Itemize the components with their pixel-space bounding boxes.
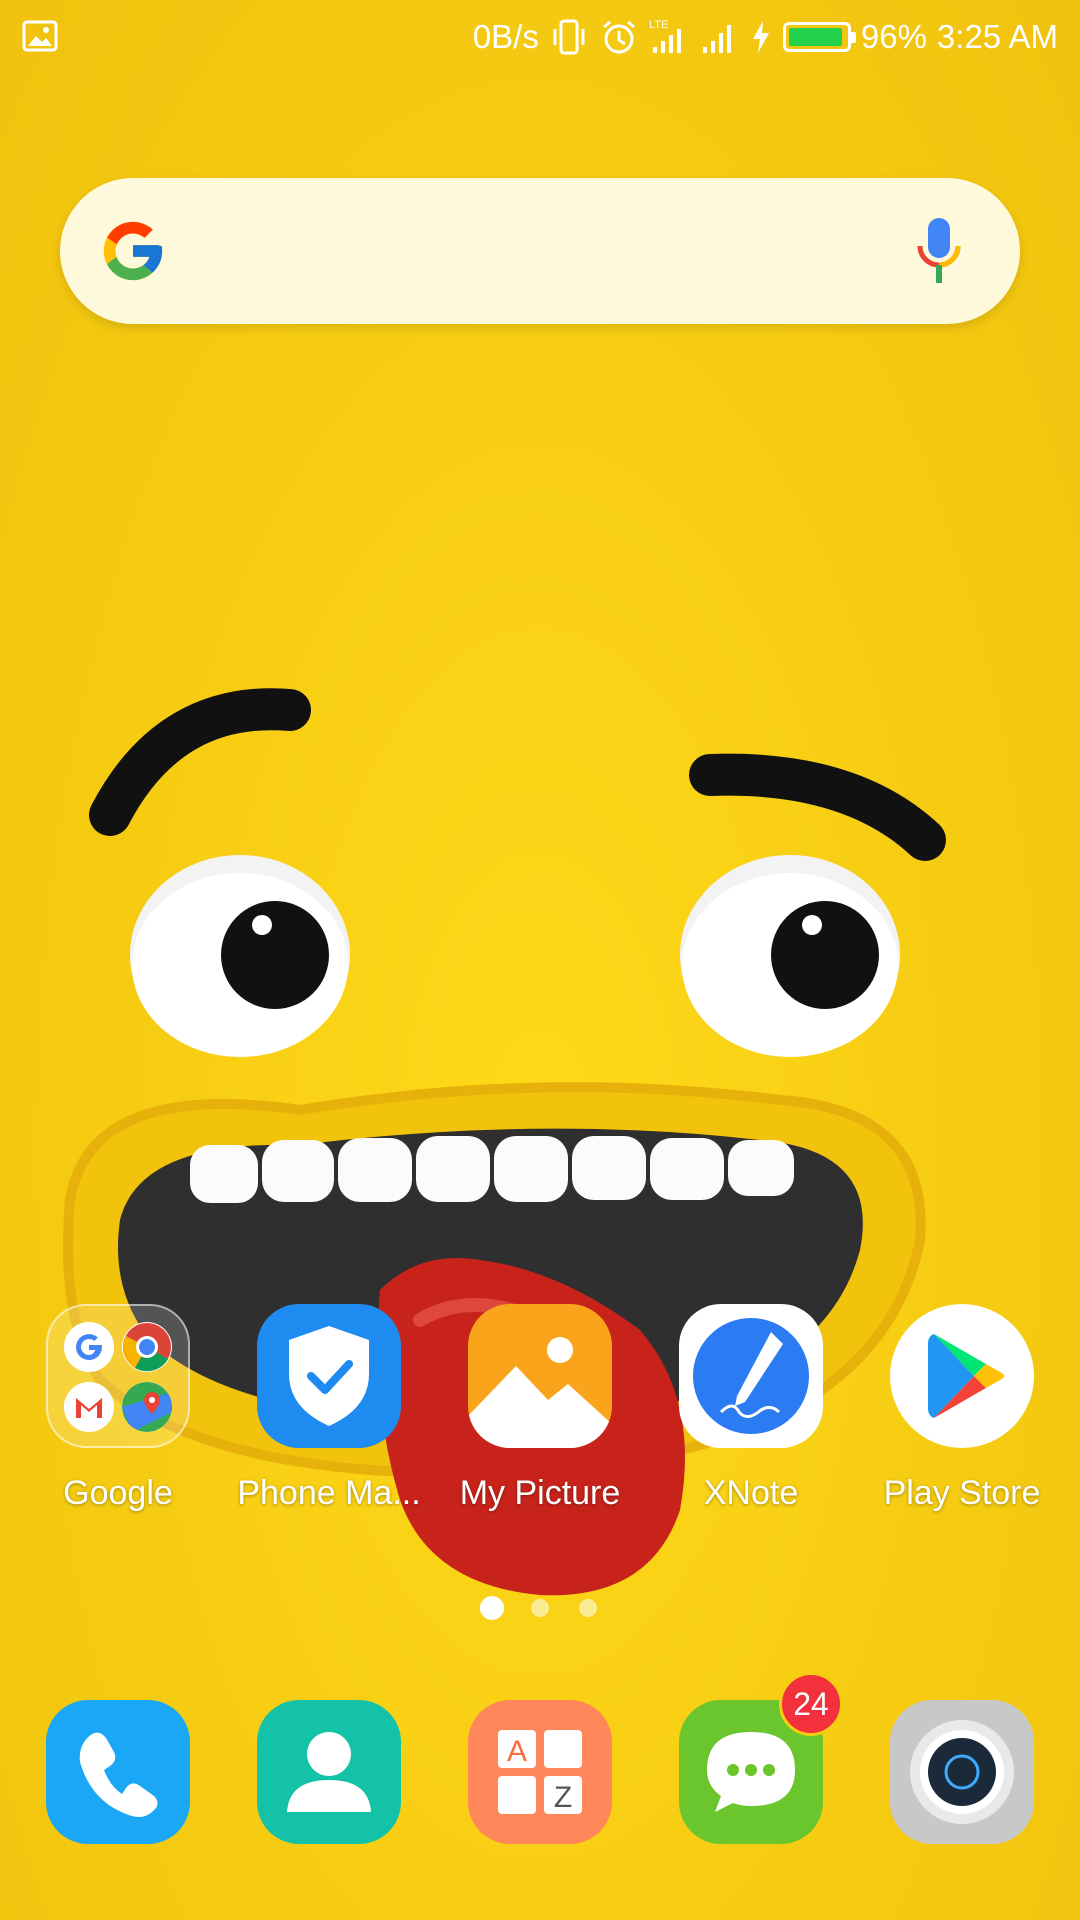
mic-icon[interactable] bbox=[914, 216, 964, 288]
dock-app-drawer[interactable]: A Z bbox=[440, 1700, 640, 1844]
battery-percent: 96% bbox=[860, 18, 927, 55]
unread-badge: 24 bbox=[779, 1672, 843, 1736]
app-drawer-az-icon: A Z bbox=[468, 1700, 612, 1844]
svg-text:Z: Z bbox=[554, 1781, 572, 1814]
page-dot-3[interactable] bbox=[579, 1599, 597, 1617]
app-label: Phone Ma... bbox=[237, 1474, 421, 1512]
app-label: My Picture bbox=[459, 1474, 621, 1512]
google-g-icon bbox=[103, 221, 163, 281]
clock: 3:25 AM bbox=[936, 18, 1058, 55]
page-dot-2[interactable] bbox=[531, 1599, 549, 1617]
google-icon bbox=[64, 1322, 114, 1372]
chrome-icon bbox=[122, 1322, 172, 1372]
phone-icon bbox=[46, 1700, 190, 1844]
app-phone-manager[interactable]: Phone Ma... bbox=[229, 1304, 429, 1513]
network-type-label: LTE bbox=[649, 19, 668, 31]
app-google-folder[interactable]: Google bbox=[18, 1304, 218, 1513]
gallery-picture-icon bbox=[468, 1304, 612, 1448]
network-speed: 0B/s bbox=[472, 18, 539, 55]
vibrate-icon bbox=[553, 19, 585, 55]
alarm-icon bbox=[602, 20, 635, 54]
contacts-icon bbox=[257, 1700, 401, 1844]
lte-signal-icon: LTE bbox=[649, 19, 681, 53]
app-my-picture[interactable]: My Picture bbox=[440, 1304, 640, 1513]
phone-manager-shield-icon bbox=[257, 1304, 401, 1448]
play-store-icon bbox=[890, 1304, 1034, 1448]
battery-icon bbox=[782, 22, 856, 52]
signal-icon bbox=[702, 25, 731, 53]
dock-phone[interactable] bbox=[18, 1700, 218, 1844]
page-indicator bbox=[0, 1596, 1080, 1620]
page-dot-home[interactable] bbox=[480, 1596, 504, 1620]
camera-icon bbox=[890, 1700, 1034, 1844]
app-label: XNote bbox=[703, 1474, 799, 1512]
gallery-icon bbox=[22, 20, 58, 52]
app-play-store[interactable]: Play Store bbox=[862, 1304, 1062, 1513]
maps-icon bbox=[122, 1382, 172, 1432]
google-folder-icon bbox=[46, 1304, 190, 1448]
dock-camera[interactable] bbox=[862, 1700, 1062, 1844]
app-label: Play Store bbox=[883, 1474, 1041, 1512]
app-xnote[interactable]: XNote bbox=[651, 1304, 851, 1513]
app-label: Google bbox=[63, 1474, 173, 1512]
dock-contacts[interactable] bbox=[229, 1700, 429, 1844]
gmail-icon bbox=[64, 1382, 114, 1432]
dock-messages[interactable]: 24 bbox=[651, 1672, 851, 1844]
svg-text:A: A bbox=[507, 1735, 527, 1768]
google-search-bar[interactable] bbox=[60, 178, 1020, 324]
status-bar: 0B/s LTE 96% 3:25 AM bbox=[0, 0, 1080, 74]
charging-icon bbox=[752, 21, 769, 53]
xnote-pen-icon bbox=[679, 1304, 823, 1448]
